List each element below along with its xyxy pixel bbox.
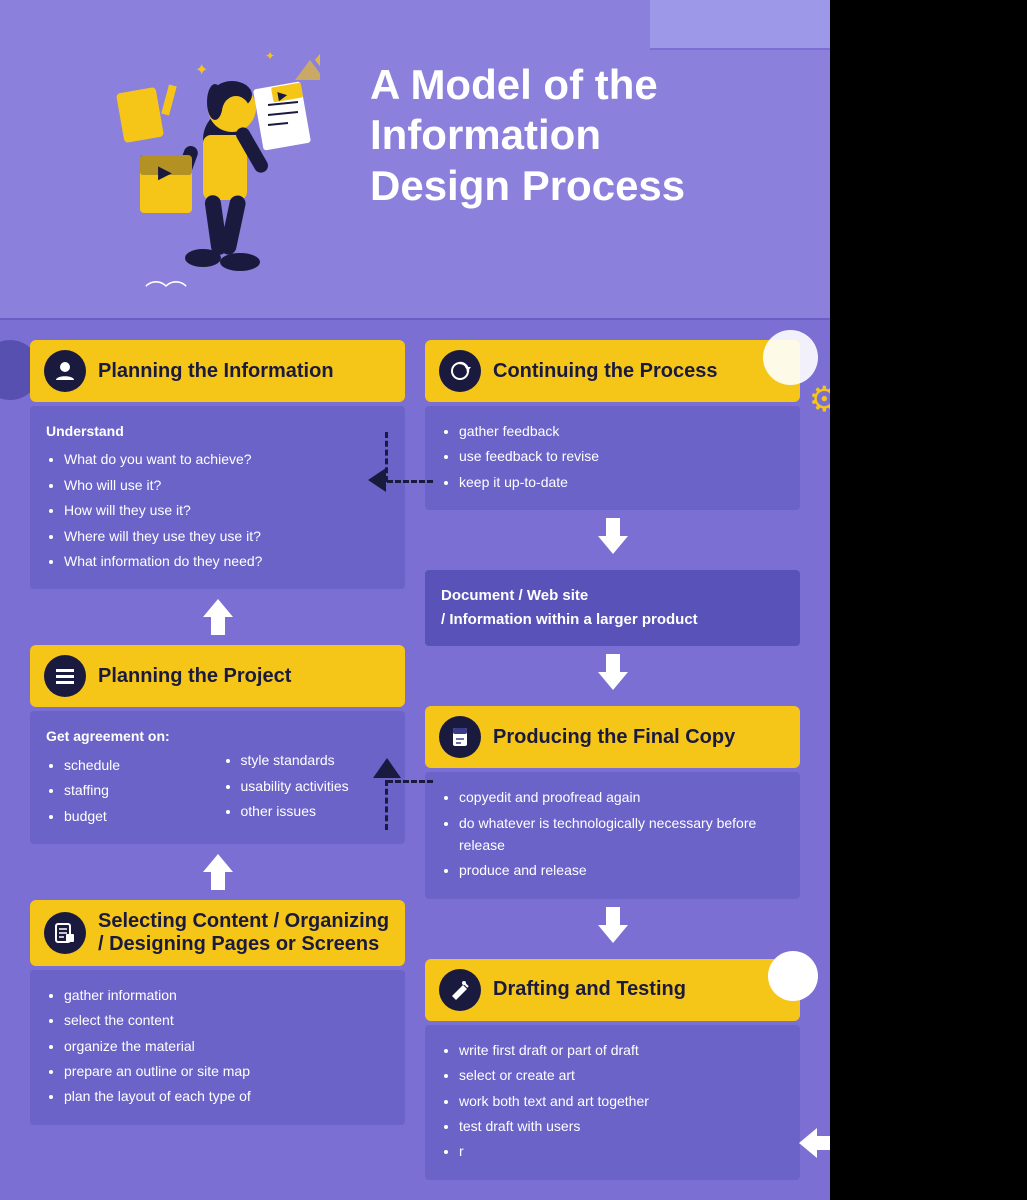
continuing-title: Continuing the Process (493, 360, 717, 383)
list-item: budget (64, 805, 213, 827)
arrow-up-1 (425, 518, 800, 562)
list-item: What information do they need? (64, 550, 389, 572)
arrow-up-3 (425, 907, 800, 951)
arrow-right-icon (799, 1128, 830, 1164)
final-copy-title: Producing the Final Copy (493, 726, 735, 749)
list-item: produce and release (459, 859, 784, 881)
continuing-list: gather feedback use feedback to revise k… (441, 420, 784, 493)
planning-project-content: Get agreement on: schedule staffing budg… (30, 711, 405, 844)
arrow-up-2 (425, 654, 800, 698)
understand-label: Understand (46, 420, 389, 442)
final-copy-content: copyedit and proofread again do whatever… (425, 772, 800, 899)
list-item: select the content (64, 1009, 389, 1031)
list-item: use feedback to revise (459, 445, 784, 467)
list-item: plan the layout of each type of (64, 1085, 389, 1107)
list-item: write first draft or part of draft (459, 1039, 784, 1061)
selecting-title: Selecting Content / Organizing / Designi… (98, 910, 391, 956)
list-item: schedule (64, 754, 213, 776)
content-area: Planning the Information Understand What… (0, 320, 830, 1200)
list-item: test draft with users (459, 1115, 784, 1137)
drafting-icon (439, 969, 481, 1011)
arrow-down-2 (30, 854, 405, 890)
dashed-line-h-2 (387, 780, 433, 783)
planning-info-content: Understand What do you want to achieve? … (30, 406, 405, 589)
list-item: work both text and art together (459, 1090, 784, 1112)
dashed-line-h-1 (387, 480, 433, 483)
list-item: prepare an outline or site map (64, 1060, 389, 1082)
list-item: style standards (241, 749, 390, 771)
list-item: Where will they use they use it? (64, 525, 389, 547)
svg-text:▶: ▶ (158, 162, 172, 182)
list-item: How will they use it? (64, 499, 389, 521)
selecting-icon (44, 912, 86, 954)
project-list-1: schedule staffing budget (46, 754, 213, 827)
step-header-continuing: Continuing the Process (425, 340, 800, 402)
drafting-title: Drafting and Testing (493, 978, 686, 1001)
svg-text:✦: ✦ (265, 49, 275, 63)
project-col-left: Get agreement on: schedule staffing budg… (46, 725, 213, 830)
get-agreement-label: Get agreement on: (46, 725, 213, 747)
svg-text:✦: ✦ (195, 62, 208, 79)
list-item: staffing (64, 779, 213, 801)
final-copy-icon (439, 716, 481, 758)
continuing-icon (439, 350, 481, 392)
continuing-content: gather feedback use feedback to revise k… (425, 406, 800, 510)
arrow-up-triangle (373, 758, 401, 778)
list-item: What do you want to achieve? (64, 448, 389, 470)
main-layout: Planning the Information Understand What… (30, 340, 800, 1180)
drafting-list: write first draft or part of draft selec… (441, 1039, 784, 1163)
right-column: Continuing the Process gather feedback u… (425, 340, 800, 1180)
arrow-left-1 (368, 468, 386, 492)
header-section: ⚙ (0, 0, 830, 320)
final-copy-list: copyedit and proofread again do whatever… (441, 786, 784, 882)
list-item: do whatever is technologically necessary… (459, 812, 784, 857)
dashed-line-v-2 (385, 780, 388, 830)
planning-info-icon (44, 350, 86, 392)
svg-text:⌒: ⌒ (165, 280, 187, 300)
list-item: usability activities (241, 775, 390, 797)
list-item: select or create art (459, 1064, 784, 1086)
document-box: Document / Web site / Information within… (425, 570, 800, 646)
step-header-planning-info: Planning the Information (30, 340, 405, 402)
planning-project-title: Planning the Project (98, 665, 291, 688)
main-container: ⚙ (0, 0, 830, 1200)
drafting-content: write first draft or part of draft selec… (425, 1025, 800, 1180)
list-item: other issues (241, 800, 390, 822)
planning-project-icon (44, 655, 86, 697)
circle-white-top-right (763, 330, 818, 385)
arrow-down-1 (30, 599, 405, 635)
planning-info-title: Planning the Information (98, 360, 334, 383)
step-header-drafting: Drafting and Testing (425, 959, 800, 1021)
selecting-content: gather information select the content or… (30, 970, 405, 1125)
svg-text:⌒: ⌒ (145, 280, 167, 300)
list-item: gather feedback (459, 420, 784, 442)
step-header-selecting: Selecting Content / Organizing / Designi… (30, 900, 405, 966)
list-item: gather information (64, 984, 389, 1006)
document-text: Document / Web site / Information within… (441, 584, 784, 632)
project-list-2: style standards usability activities oth… (223, 749, 390, 822)
step-header-final-copy: Producing the Final Copy (425, 706, 800, 768)
left-column: Planning the Information Understand What… (30, 340, 405, 1180)
list-item: keep it up-to-date (459, 471, 784, 493)
list-item: Who will use it? (64, 474, 389, 496)
selecting-list: gather information select the content or… (46, 984, 389, 1108)
illustration-figure: ▶ ▶ ✦ ✦ ⌒ ⌒ (40, 30, 350, 310)
circle-white-drafting (768, 951, 818, 1001)
main-title: A Model of the Information Design Proces… (370, 60, 800, 211)
list-item: r (459, 1140, 784, 1162)
project-col-right: style standards usability activities oth… (223, 725, 390, 830)
planning-info-list: What do you want to achieve? Who will us… (46, 448, 389, 572)
project-list-cols: Get agreement on: schedule staffing budg… (46, 725, 389, 830)
list-item: organize the material (64, 1035, 389, 1057)
list-item: copyedit and proofread again (459, 786, 784, 808)
step-header-planning-project: Planning the Project (30, 645, 405, 707)
